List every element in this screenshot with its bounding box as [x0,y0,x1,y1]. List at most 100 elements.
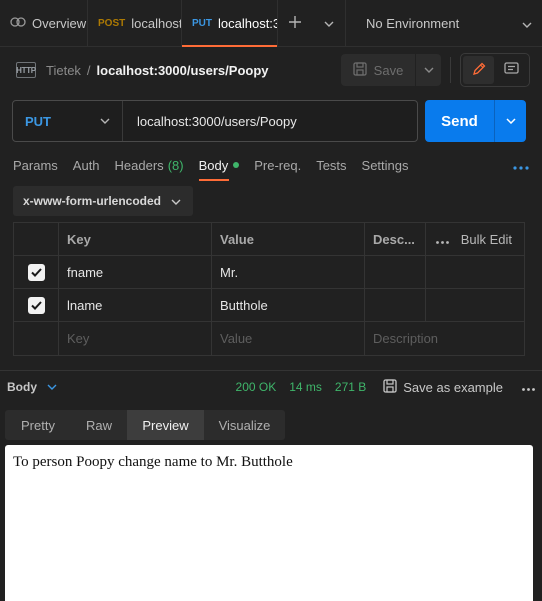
table-row-empty: Key Value Description [14,322,524,355]
save-group: Save [341,53,530,87]
save-options-button[interactable] [415,54,441,86]
tab-title: localhost: [131,15,182,31]
row-checkbox[interactable] [27,296,45,314]
save-icon [383,378,397,396]
status-badge[interactable]: 200 OK [236,380,277,394]
tab-title: localhost:3 [218,15,278,31]
new-key-input[interactable]: Key [59,322,212,355]
row-checkbox[interactable] [27,263,45,281]
response-divider[interactable] [0,370,542,371]
param-value[interactable]: Butthole [212,289,365,321]
view-tab-raw[interactable]: Raw [71,410,127,440]
tab-method-post: POST [98,17,126,29]
body-indicator-dot [233,162,240,168]
send-button-group: Send [425,100,526,142]
header-check-cell [14,223,59,255]
request-tabs: Params Auth Headers (8) Body Pre-req. Te… [13,151,529,181]
save-as-example-label: Save as example [403,379,503,395]
column-header-description: Desc... [365,223,426,255]
tab-prerequest[interactable]: Pre-req. [254,151,301,179]
tabs-overflow-button[interactable] [312,0,346,47]
more-options-icon[interactable] [513,158,529,173]
tab-tests[interactable]: Tests [316,151,346,179]
body-type-select[interactable]: x-www-form-urlencoded [13,186,193,216]
tab-overview[interactable]: Overview [0,0,88,47]
chevron-down-icon[interactable] [47,382,57,393]
new-description-input[interactable]: Description [365,322,524,355]
row-check-cell [14,256,59,288]
response-body-label[interactable]: Body [7,380,37,394]
tab-request-post[interactable]: POST localhost: [88,0,182,47]
more-icon[interactable] [522,380,535,394]
chevron-down-icon [424,64,434,76]
view-tab-preview[interactable]: Preview [127,410,204,440]
save-button[interactable]: Save [341,54,415,86]
param-description-ext[interactable] [426,256,524,288]
send-button[interactable]: Send [425,100,494,142]
add-tab-button[interactable] [278,0,312,47]
view-tab-pretty[interactable]: Pretty [5,410,71,440]
column-header-value: Value [212,223,365,255]
tab-body[interactable]: Body [198,151,240,181]
tab-headers[interactable]: Headers (8) [115,151,184,179]
param-key[interactable]: lname [59,289,212,321]
param-description[interactable] [365,256,426,288]
url-box: PUT [12,100,418,142]
chevron-down-icon [100,115,110,127]
breadcrumb-collection[interactable]: Tietek [46,63,81,78]
more-icon[interactable] [436,232,449,247]
tab-overview-label: Overview [32,15,87,31]
send-options-button[interactable] [494,100,526,142]
chevron-down-icon [505,115,516,127]
comments-button[interactable] [496,56,527,84]
param-value[interactable]: Mr. [212,256,365,288]
chevron-down-icon [324,16,334,30]
breadcrumb: HTTP Tietek / localhost:3000/users/Poopy… [0,48,542,92]
save-icon [353,61,367,79]
save-label: Save [373,62,404,78]
tab-settings[interactable]: Settings [362,151,409,179]
table-row: lname Butthole [14,289,524,322]
param-key[interactable]: fname [59,256,212,288]
breadcrumb-request-name[interactable]: localhost:3000/users/Poopy [97,63,269,78]
view-tab-visualize[interactable]: Visualize [204,410,285,440]
bulk-edit-cell: Bulk Edit [426,223,524,255]
chevron-down-icon [171,194,181,208]
comment-icon [504,61,519,79]
request-url-bar: PUT Send [12,100,526,142]
url-input[interactable] [123,101,417,141]
response-view-tabs: Pretty Raw Preview Visualize [5,410,285,440]
environment-label: No Environment [366,15,460,31]
chevron-down-icon [522,16,532,31]
save-as-example-button[interactable]: Save as example [383,378,503,396]
http-icon: HTTP [16,62,36,78]
param-description-ext[interactable] [426,289,524,321]
tab-params[interactable]: Params [13,151,58,179]
bulk-edit-button[interactable]: Bulk Edit [461,232,512,247]
method-label: PUT [25,113,51,129]
column-header-key: Key [59,223,212,255]
table-row: fname Mr. [14,256,524,289]
tab-body-label: Body [198,157,229,173]
form-params-table: Key Value Desc... Bulk Edit fname Mr. ln… [13,222,525,356]
new-value-input[interactable]: Value [212,322,365,355]
tab-auth[interactable]: Auth [73,151,100,179]
table-header-row: Key Value Desc... Bulk Edit [14,223,524,256]
edit-mode-button[interactable] [463,56,494,84]
param-description[interactable] [365,289,426,321]
tab-bar: Overview POST localhost: PUT localhost:3… [0,0,542,47]
method-select[interactable]: PUT [13,101,123,141]
breadcrumb-separator: / [86,62,91,78]
tab-headers-label: Headers [114,157,164,173]
environment-selector[interactable]: No Environment [346,0,542,47]
headers-count: (8) [167,157,184,173]
body-type-label: x-www-form-urlencoded [23,194,162,208]
response-size[interactable]: 271 B [335,380,366,394]
response-stats: 200 OK 14 ms 271 B Save as example [236,378,535,396]
response-time[interactable]: 14 ms [289,380,322,394]
overview-icon [10,16,26,31]
tab-method-put: PUT [192,17,212,29]
plus-icon [288,12,302,35]
tab-request-put[interactable]: PUT localhost:3 [182,0,278,47]
row-check-cell [14,322,59,355]
